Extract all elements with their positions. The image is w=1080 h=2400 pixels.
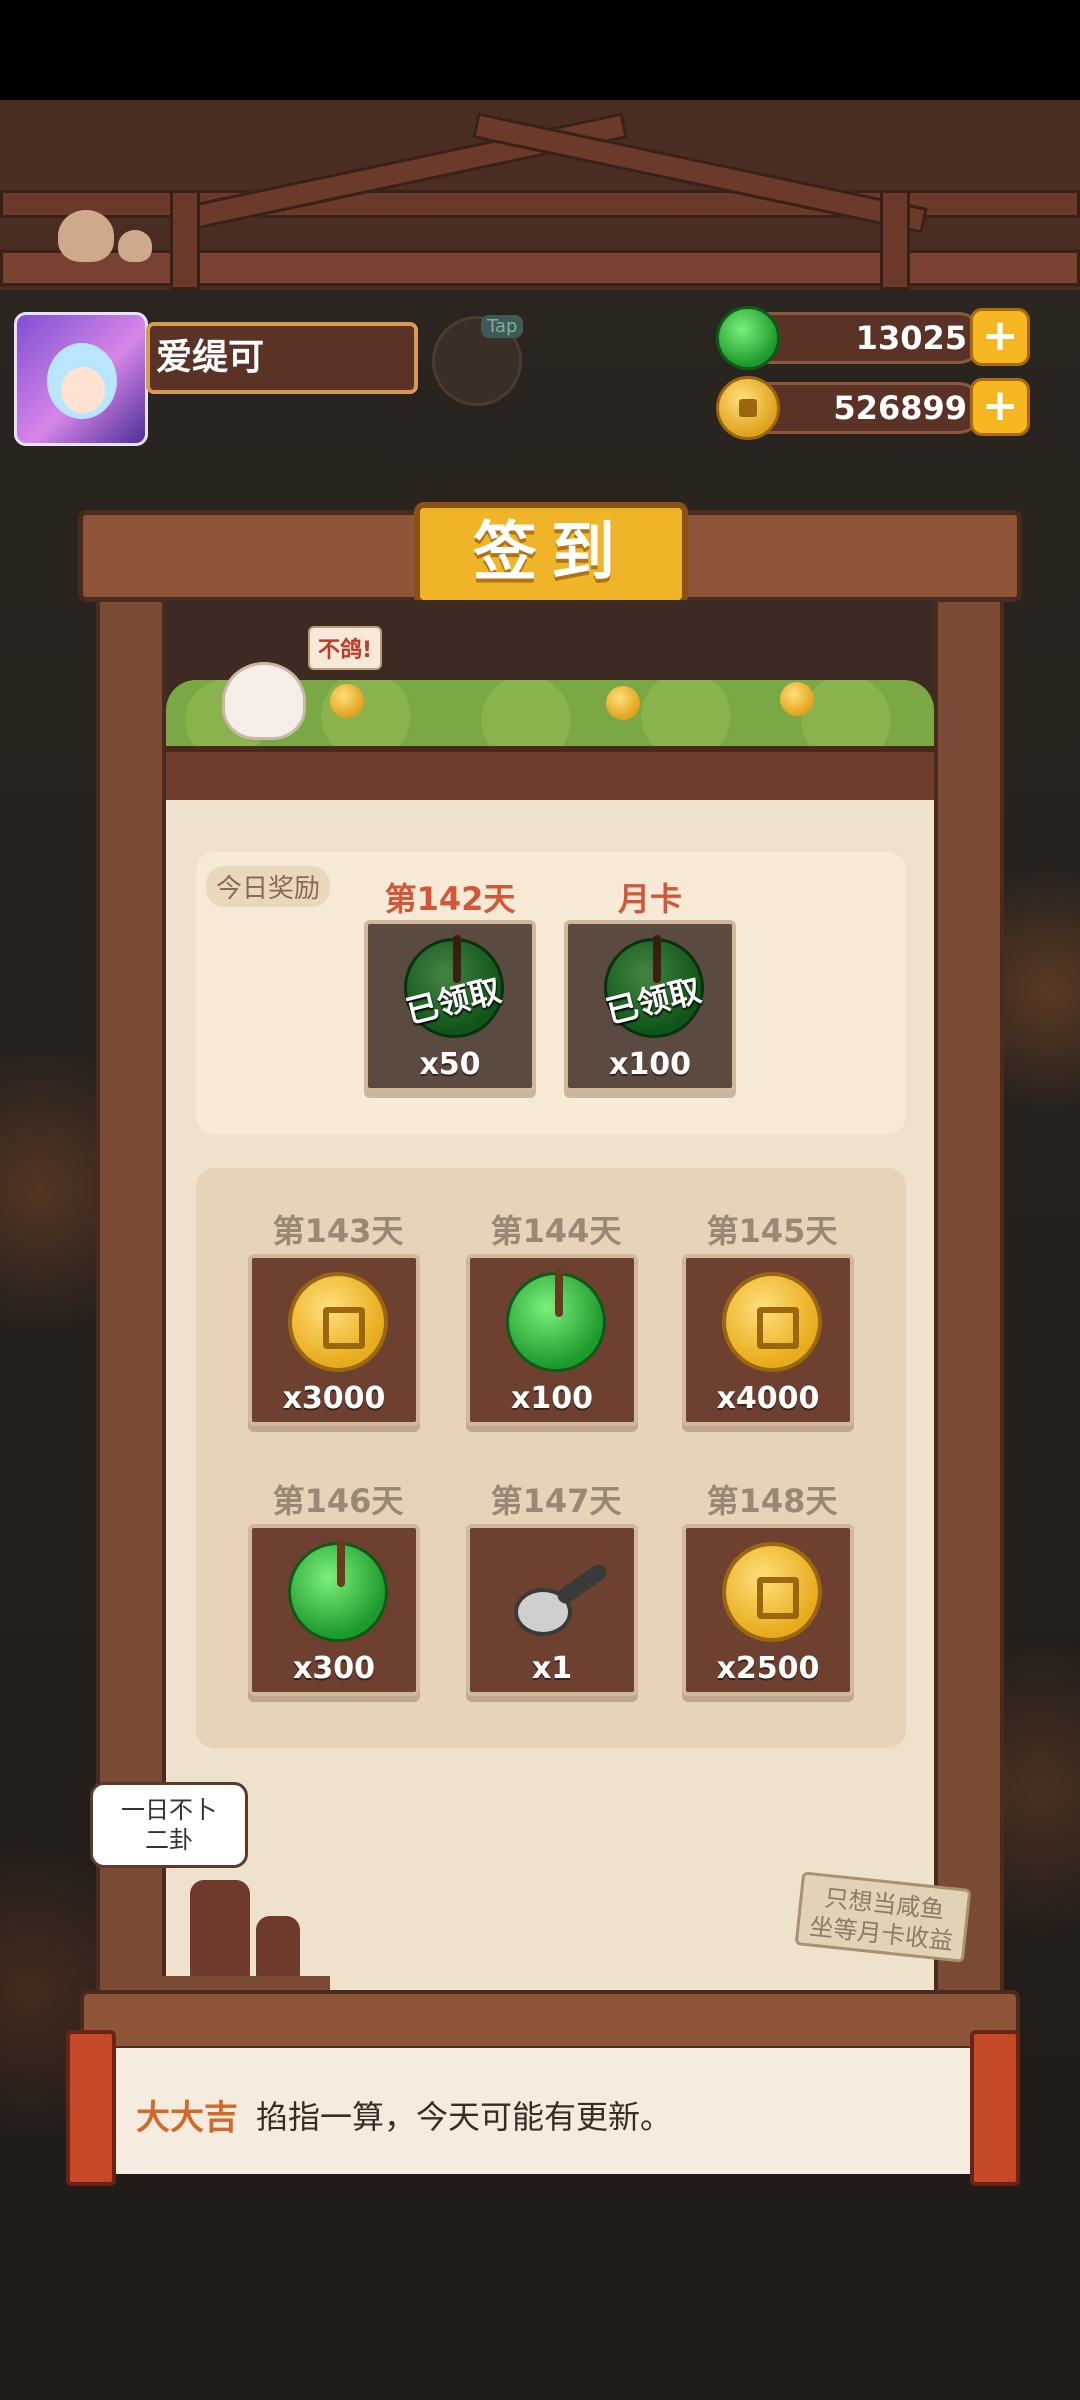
scroll-end [970, 2030, 1020, 2186]
reward-qty: x4000 [716, 1381, 820, 1416]
tap-icon[interactable]: Tap [432, 315, 524, 406]
status-bar-area [0, 0, 1080, 100]
tap-label: Tap [481, 315, 524, 338]
garden-scene: 不鸽! [166, 600, 934, 800]
jade-icon [288, 1539, 388, 1642]
reward-qty: x100 [511, 1381, 593, 1416]
coin-icon [288, 1272, 388, 1372]
player-avatar[interactable] [14, 312, 148, 446]
bird-icon [58, 210, 114, 262]
today-reward-label: 今日奖励 [206, 866, 331, 907]
coin-icon [330, 684, 364, 718]
fortune-level: 大大吉 [136, 2098, 238, 2138]
add-coin-button[interactable]: + [970, 378, 1030, 436]
reward-card-claimed[interactable]: 已领取 x50 [364, 920, 536, 1092]
jars-decoration [130, 1880, 330, 1990]
roof-decoration [0, 100, 1080, 290]
coin-icon [722, 1542, 822, 1642]
day-label: 第142天 [384, 880, 516, 918]
reward-card[interactable]: x300 [248, 1524, 420, 1696]
scroll-end [66, 2030, 116, 2186]
reward-card-claimed[interactable]: 已领取 x100 [564, 920, 736, 1092]
day-label: 第147天 [490, 1482, 622, 1520]
day-label: 月卡 [617, 880, 682, 918]
reward-qty: x1 [531, 1651, 573, 1686]
reward-qty: x300 [293, 1651, 375, 1686]
reward-card[interactable]: x2500 [682, 1524, 854, 1696]
day-label: 第145天 [706, 1212, 838, 1250]
reward-qty: x2500 [716, 1651, 820, 1686]
speech-line: 二卦 [145, 1826, 193, 1854]
reward-qty: x50 [419, 1047, 481, 1082]
chick-icon [222, 662, 306, 740]
jade-icon [716, 306, 780, 370]
reward-qty: x3000 [282, 1381, 386, 1416]
coin-icon [716, 376, 780, 440]
add-jade-button[interactable]: + [970, 308, 1030, 366]
speech-bubble: 一日不卜 二卦 [90, 1782, 248, 1868]
coin-icon [780, 682, 814, 716]
frame-post-right [934, 560, 1004, 2000]
reward-card[interactable]: x3000 [248, 1254, 420, 1426]
day-label: 第146天 [272, 1482, 404, 1520]
jade-icon [506, 1269, 606, 1372]
day-label: 第144天 [490, 1212, 622, 1250]
reward-card[interactable]: x1 [466, 1524, 638, 1696]
scroll-frame [80, 1990, 1020, 2050]
chick-speech-bubble: 不鸽! [308, 626, 383, 670]
day-label: 第143天 [272, 1212, 404, 1250]
bird-icon [118, 230, 152, 262]
fortune-text: 掐指一算，今天可能有更新。 [256, 2098, 673, 2136]
signin-title: 签到 [414, 502, 688, 606]
reward-card[interactable]: x4000 [682, 1254, 854, 1426]
reward-qty: x100 [609, 1047, 691, 1082]
player-name: 爱缇可 [146, 322, 418, 394]
day-label: 第148天 [706, 1482, 838, 1520]
coin-icon [606, 686, 640, 720]
speech-line: 一日不卜 [121, 1796, 217, 1824]
reward-card[interactable]: x100 [466, 1254, 638, 1426]
coin-icon [722, 1272, 822, 1372]
ladle-icon [506, 1542, 606, 1642]
